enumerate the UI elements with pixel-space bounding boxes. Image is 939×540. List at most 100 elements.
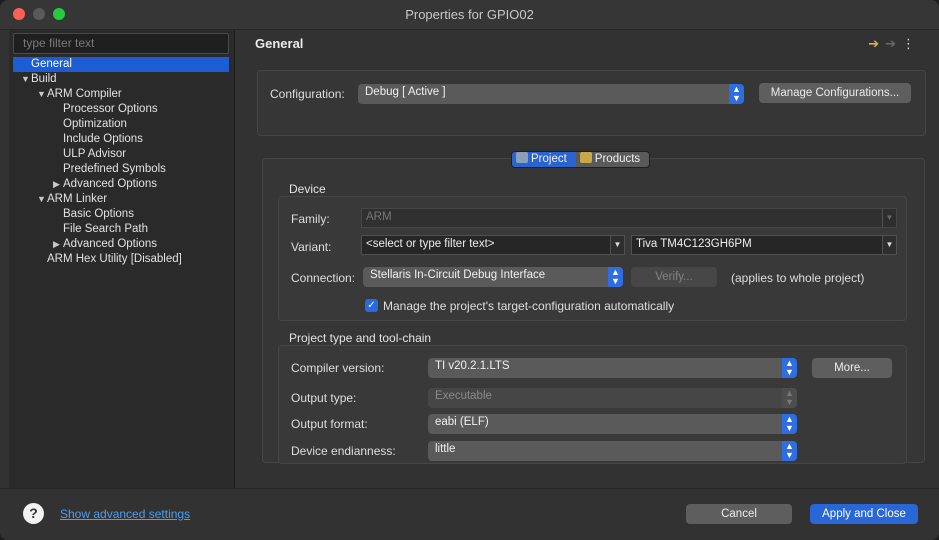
- tree-item-build[interactable]: ▼Build: [21, 72, 57, 87]
- tree-item-label: ULP Advisor: [63, 148, 127, 160]
- configuration-box: Configuration: Debug [ Active ] ▲ ▼ Manag…: [257, 70, 926, 136]
- toolchain-group: Compiler version: TI v20.2.1.LTS ▲ ▼ More…: [278, 345, 907, 464]
- chevron-updown-icon: ▲ ▼: [729, 84, 744, 104]
- output-format-select[interactable]: eabi (ELF) ▲ ▼: [428, 414, 797, 434]
- output-type-label: Output type:: [291, 391, 357, 405]
- more-button[interactable]: More...: [812, 358, 892, 378]
- tree-item-label: Advanced Options: [63, 178, 157, 190]
- disclosure-closed-icon[interactable]: ▶: [53, 177, 63, 192]
- variant-filter-combo[interactable]: <select or type filter text> ▼: [361, 235, 625, 255]
- tree-item-label: Optimization: [63, 118, 127, 130]
- device-group: Family: ARM ▼ Variant: <select or type f…: [278, 196, 907, 321]
- tree-item-label: General: [31, 58, 72, 70]
- dialog-footer: ? Show advanced settings Cancel Apply an…: [0, 488, 939, 540]
- tab-project[interactable]: Project: [512, 152, 576, 167]
- tree-item-processor-options[interactable]: Processor Options: [63, 102, 158, 117]
- project-icon: [516, 152, 528, 163]
- device-group-title: Device: [289, 182, 326, 196]
- tree-item-predefined-symbols[interactable]: Predefined Symbols: [63, 162, 166, 177]
- output-format-value: eabi (ELF): [435, 416, 489, 428]
- tree-item-linker-advanced-options[interactable]: ▶ Advanced Options: [53, 237, 157, 252]
- compiler-version-select[interactable]: TI v20.2.1.LTS ▲ ▼: [428, 358, 797, 378]
- chevron-updown-icon: ▲ ▼: [782, 358, 797, 378]
- configuration-value: Debug [ Active ]: [365, 86, 446, 98]
- output-format-label: Output format:: [291, 417, 368, 431]
- tree-item-label: File Search Path: [63, 223, 149, 235]
- tree-item-arm-hex-utility[interactable]: ARM Hex Utility [Disabled]: [47, 252, 182, 267]
- page-title: General: [255, 36, 304, 51]
- tree-item-label: ARM Compiler: [47, 88, 122, 100]
- manage-target-config-label: Manage the project's target-configuratio…: [383, 299, 675, 313]
- variant-value: Tiva TM4C123GH6PM: [636, 238, 752, 250]
- disclosure-open-icon[interactable]: ▼: [21, 72, 31, 87]
- endianness-select[interactable]: little ▲ ▼: [428, 441, 797, 461]
- tree-item-include-options[interactable]: Include Options: [63, 132, 143, 147]
- manage-configurations-button[interactable]: Manage Configurations...: [759, 83, 911, 103]
- show-advanced-settings-link[interactable]: Show advanced settings: [60, 507, 190, 521]
- endianness-label: Device endianness:: [291, 444, 396, 458]
- output-type-value: Executable: [435, 390, 492, 402]
- toolchain-group-title: Project type and tool-chain: [289, 331, 432, 345]
- forward-arrow-icon[interactable]: ➔: [885, 36, 902, 51]
- variant-combo[interactable]: Tiva TM4C123GH6PM ▼: [631, 235, 897, 255]
- disclosure-open-icon[interactable]: ▼: [37, 192, 47, 207]
- dropdown-arrow-icon[interactable]: ▼: [882, 236, 896, 254]
- family-value: ARM: [366, 211, 392, 223]
- chevron-updown-icon: ▲ ▼: [782, 441, 797, 461]
- tree-item-label: Predefined Symbols: [63, 163, 166, 175]
- chevron-updown-icon: ▲ ▼: [782, 414, 797, 434]
- tab-products[interactable]: Products: [575, 152, 650, 167]
- compiler-version-label: Compiler version:: [291, 361, 385, 375]
- dropdown-arrow-icon: ▼: [882, 209, 896, 227]
- title-bar: Properties for GPIO02: [0, 0, 939, 30]
- tree-item-label: Include Options: [63, 133, 143, 145]
- connection-label: Connection:: [291, 271, 356, 285]
- tree-item-general[interactable]: General: [13, 57, 229, 72]
- nav-toolbar: ➔➔⋮: [868, 36, 921, 52]
- products-icon: [579, 152, 592, 163]
- tree-item-label: Build: [31, 73, 57, 85]
- main-panel: General ➔➔⋮ Configuration: Debug [ Activ…: [245, 30, 935, 488]
- tree-item-label: Processor Options: [63, 103, 158, 115]
- tab-label: Products: [594, 153, 641, 165]
- tree-item-ulp-advisor[interactable]: ULP Advisor: [63, 147, 126, 162]
- output-type-select: Executable ▲ ▼: [428, 388, 797, 408]
- tree-item-label: Advanced Options: [63, 238, 157, 250]
- help-icon[interactable]: ?: [23, 503, 44, 524]
- family-label: Family:: [291, 212, 330, 226]
- tree-item-file-search-path[interactable]: File Search Path: [63, 222, 148, 237]
- applies-note: (applies to whole project): [731, 271, 865, 285]
- chevron-updown-icon: ▲ ▼: [782, 388, 797, 408]
- configuration-label: Configuration:: [270, 87, 345, 101]
- tab-content-box: Device Family: ARM ▼ Variant: <select or…: [262, 158, 925, 464]
- window-title: Properties for GPIO02: [405, 7, 534, 22]
- tree-item-label: ARM Hex Utility [Disabled]: [47, 253, 182, 265]
- manage-target-config-checkbox[interactable]: ✓: [365, 299, 378, 312]
- chevron-updown-icon: ▲ ▼: [608, 267, 623, 287]
- cancel-button[interactable]: Cancel: [686, 504, 792, 524]
- compiler-version-value: TI v20.2.1.LTS: [435, 360, 510, 372]
- tree-item-label: Basic Options: [63, 208, 134, 220]
- dropdown-arrow-icon[interactable]: ▼: [610, 236, 624, 254]
- more-menu-icon[interactable]: ⋮: [902, 36, 921, 51]
- sidebar: type filter text General ▼Build ▼ARM Com…: [9, 30, 235, 488]
- tree-item-arm-compiler[interactable]: ▼ARM Compiler: [37, 87, 122, 102]
- endianness-value: little: [435, 443, 456, 455]
- tree-item-optimization[interactable]: Optimization: [63, 117, 127, 132]
- tab-bar: Project Products: [511, 151, 651, 168]
- configuration-select[interactable]: Debug [ Active ] ▲ ▼: [358, 84, 744, 104]
- tree-item-compiler-advanced-options[interactable]: ▶ Advanced Options: [53, 177, 157, 192]
- family-combo: ARM ▼: [361, 208, 897, 228]
- apply-and-close-button[interactable]: Apply and Close: [810, 504, 918, 524]
- tree-item-label: ARM Linker: [47, 193, 108, 205]
- tree-item-basic-options[interactable]: Basic Options: [63, 207, 134, 222]
- tree-item-arm-linker[interactable]: ▼ARM Linker: [37, 192, 107, 207]
- disclosure-open-icon[interactable]: ▼: [37, 87, 47, 102]
- variant-label: Variant:: [291, 240, 332, 254]
- back-arrow-icon[interactable]: ➔: [868, 36, 885, 51]
- connection-select[interactable]: Stellaris In-Circuit Debug Interface ▲ ▼: [363, 267, 623, 287]
- verify-button[interactable]: Verify...: [631, 267, 717, 287]
- variant-filter-text: <select or type filter text>: [366, 238, 495, 250]
- filter-input[interactable]: type filter text: [13, 33, 229, 54]
- disclosure-closed-icon[interactable]: ▶: [53, 237, 63, 252]
